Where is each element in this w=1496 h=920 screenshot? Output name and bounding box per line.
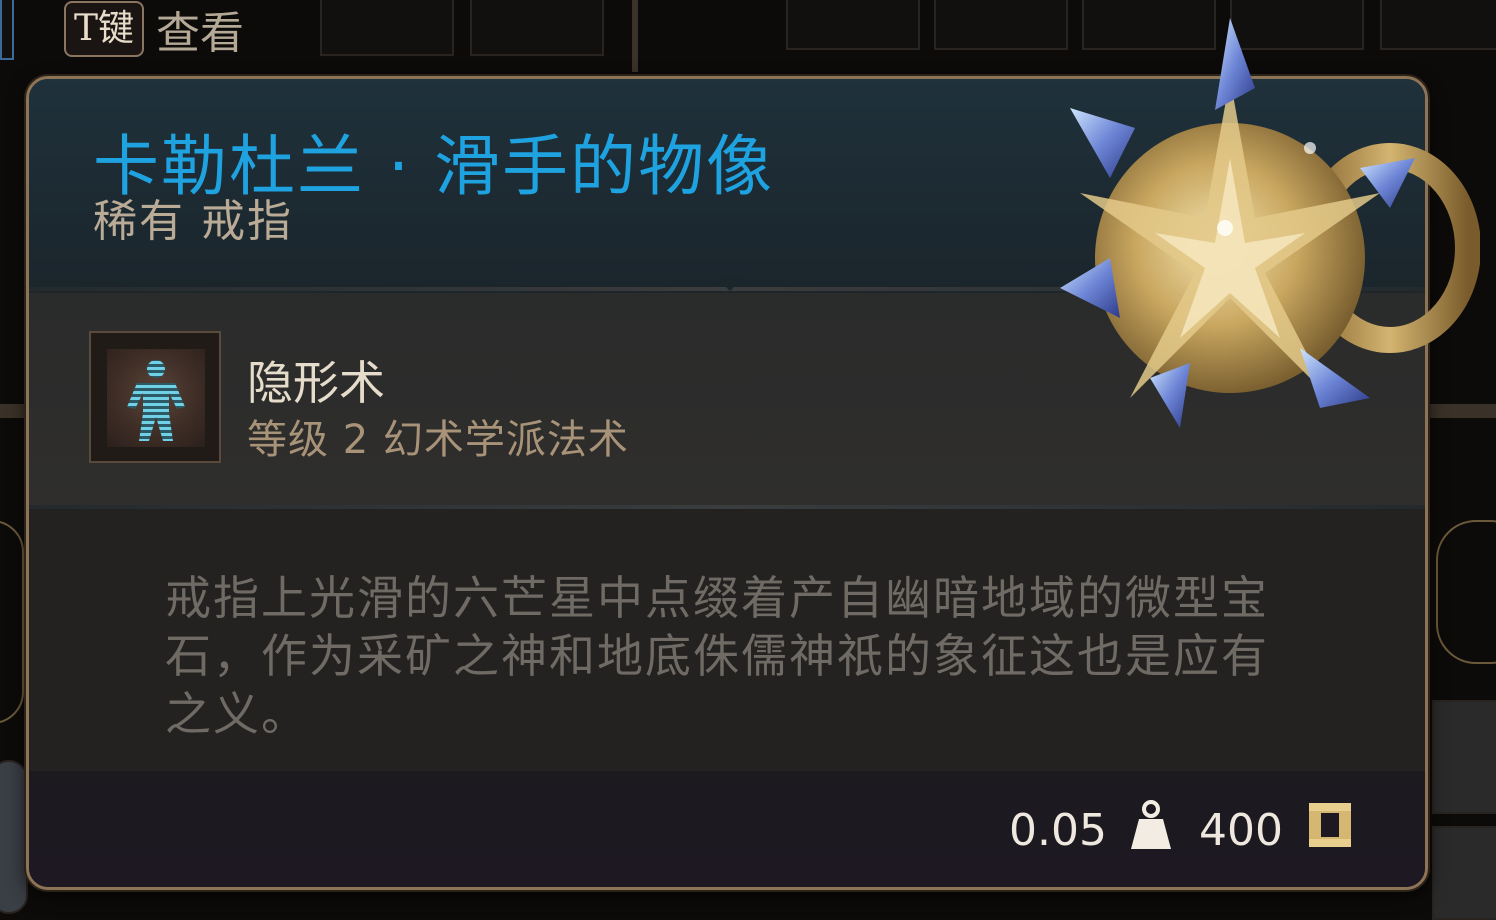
inventory-slot[interactable] xyxy=(0,0,14,60)
tooltip-footer: 0.05 400 xyxy=(29,771,1425,887)
item-rarity-type: 稀有 戒指 xyxy=(93,196,293,247)
key-hint-badge[interactable]: T键 xyxy=(64,1,145,57)
inventory-slot[interactable] xyxy=(786,0,920,50)
item-value: 400 xyxy=(1199,805,1283,856)
item-weight: 0.05 xyxy=(1009,805,1107,856)
weight-icon xyxy=(1129,799,1173,853)
panel-divider xyxy=(0,404,26,418)
panel-divider xyxy=(632,0,638,72)
inspect-hint: T键 查看 xyxy=(64,0,245,59)
ornament xyxy=(1436,520,1496,664)
spell-icon-frame[interactable] xyxy=(89,331,221,463)
inventory-slot[interactable] xyxy=(0,760,28,914)
inventory-slot[interactable] xyxy=(470,0,604,56)
invisibility-figure-icon xyxy=(107,349,205,447)
hint-action-label: 查看 xyxy=(156,8,245,59)
divider-notch xyxy=(716,277,744,291)
ornament xyxy=(0,520,24,724)
inventory-slot[interactable] xyxy=(1432,700,1496,814)
spell-name: 隐形术 xyxy=(247,356,385,410)
flavor-section: 戒指上光滑的六芒星中点缀着产自幽暗地域的微型宝石，作为采矿之神和地底侏儒神祇的象… xyxy=(29,509,1425,771)
inventory-slot[interactable] xyxy=(320,0,454,56)
gold-coin-icon xyxy=(1307,801,1353,849)
flavor-text: 戒指上光滑的六芒星中点缀着产自幽暗地域的微型宝石，作为采矿之神和地底侏儒神祇的象… xyxy=(165,571,1269,741)
spell-description: 等级 2 幻术学派法术 xyxy=(247,417,629,463)
ring-item-icon xyxy=(1040,18,1481,448)
